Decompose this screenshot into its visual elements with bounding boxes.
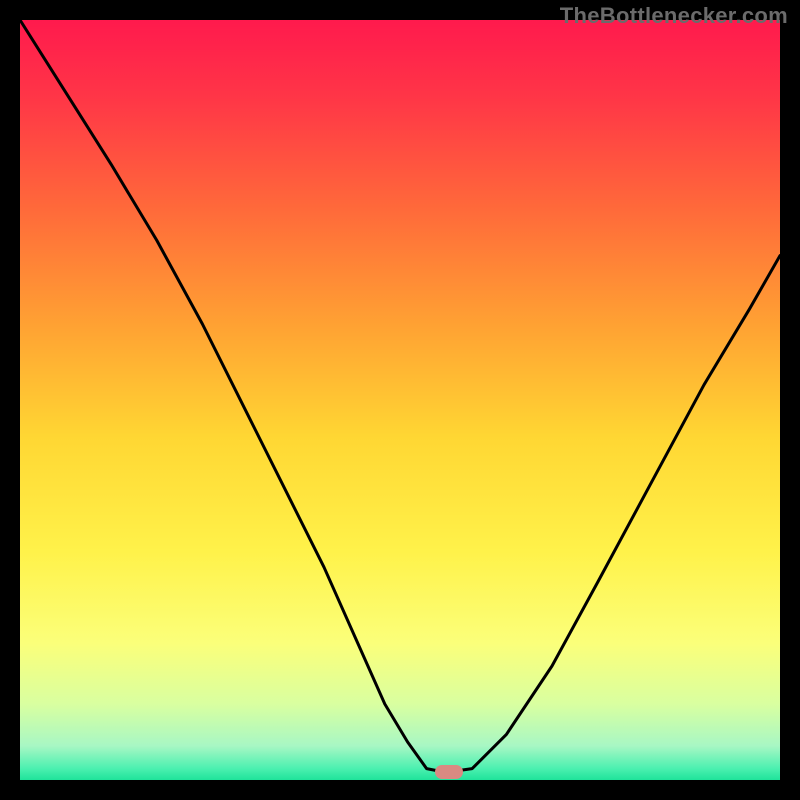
chart-container: TheBottlenecker.com	[0, 0, 800, 800]
optimal-marker	[435, 765, 463, 779]
watermark-label: TheBottlenecker.com	[560, 3, 788, 28]
plot-area	[20, 20, 780, 780]
watermark-text: TheBottlenecker.com	[560, 3, 788, 29]
gradient-background	[20, 20, 780, 780]
